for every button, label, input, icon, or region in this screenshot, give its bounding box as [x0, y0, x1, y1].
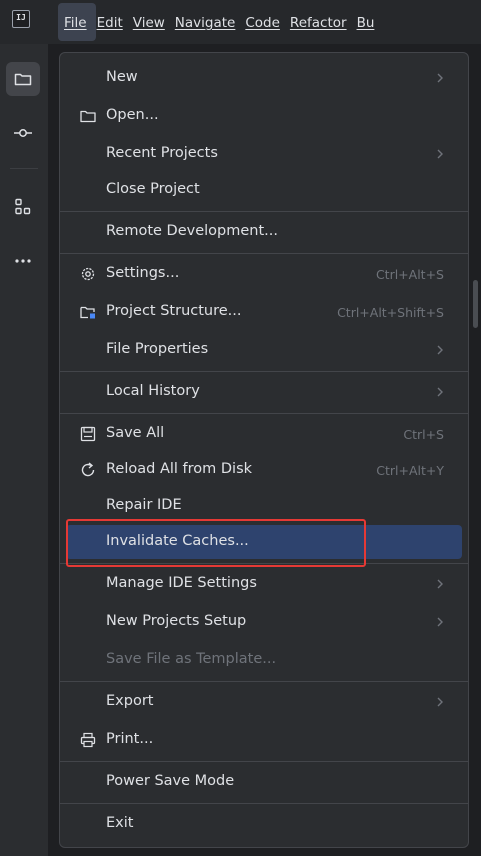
menu-item-repair-ide[interactable]: Repair IDE	[66, 489, 462, 523]
menu-item-project-structure[interactable]: Project Structure... Ctrl+Alt+Shift+S	[66, 295, 462, 329]
menu-item-label: Save All	[106, 425, 165, 441]
menu-item-manage-ide-settings[interactable]: Manage IDE Settings	[66, 567, 462, 601]
chevron-right-icon	[437, 345, 443, 355]
menu-item-label: Recent Projects	[106, 145, 218, 161]
menu-item-shortcut: Ctrl+Alt+S	[375, 267, 444, 282]
menu-separator	[60, 803, 468, 804]
menu-item-shortcut: Ctrl+S	[403, 427, 444, 442]
folder-icon	[80, 110, 96, 123]
chevron-right-icon	[437, 73, 443, 83]
project-structure-icon	[80, 306, 95, 319]
menu-item-power-save-mode[interactable]: Power Save Mode	[66, 765, 462, 799]
menu-item-remote-development[interactable]: Remote Development...	[66, 215, 462, 249]
save-icon	[80, 426, 96, 442]
menu-item-open[interactable]: Open...	[66, 99, 462, 133]
menu-separator	[60, 211, 468, 212]
structure-icon	[15, 198, 31, 215]
menu-item-save-all[interactable]: Save All Ctrl+S	[66, 417, 462, 451]
menu-edit[interactable]: Edit	[97, 15, 123, 31]
tool-separator	[10, 168, 38, 169]
menu-item-label: Settings...	[106, 265, 180, 281]
chevron-right-icon	[437, 697, 443, 707]
menu-item-close-project[interactable]: Close Project	[66, 173, 462, 207]
menu-item-recent-projects[interactable]: Recent Projects	[66, 137, 462, 171]
reload-icon	[81, 462, 95, 477]
menu-item-label: Exit	[106, 815, 134, 831]
menu-item-label: Manage IDE Settings	[106, 575, 257, 591]
menu-item-shortcut: Ctrl+Alt+Y	[376, 463, 444, 478]
editor-scrollbar[interactable]	[473, 280, 478, 328]
menu-item-label: Close Project	[106, 181, 200, 197]
print-icon	[80, 732, 96, 748]
menu-refactor[interactable]: Refactor	[290, 15, 347, 31]
menu-item-settings[interactable]: Settings... Ctrl+Alt+S	[66, 257, 462, 291]
menu-separator	[60, 681, 468, 682]
menu-navigate[interactable]: Navigate	[175, 15, 236, 31]
menu-item-reload-all[interactable]: Reload All from Disk Ctrl+Alt+Y	[66, 453, 462, 487]
menu-item-shortcut: Ctrl+Alt+Shift+S	[337, 305, 444, 320]
chevron-right-icon	[437, 617, 443, 627]
menu-file[interactable]: File	[64, 15, 87, 31]
menu-build[interactable]: Bu	[357, 15, 375, 31]
structure-tool-button[interactable]	[6, 190, 40, 224]
menu-item-exit[interactable]: Exit	[66, 807, 462, 841]
menu-item-label: Print...	[106, 731, 154, 747]
menu-code[interactable]: Code	[245, 15, 280, 31]
commit-tool-button[interactable]	[6, 116, 40, 150]
menu-item-local-history[interactable]: Local History	[66, 375, 462, 409]
menu-item-export[interactable]: Export	[66, 685, 462, 719]
menu-item-file-properties[interactable]: File Properties	[66, 333, 462, 367]
menubar-items: File Edit View Navigate Code Refactor Bu	[64, 12, 384, 31]
menu-item-new-projects-setup[interactable]: New Projects Setup	[66, 605, 462, 639]
menu-item-label: Remote Development...	[106, 223, 278, 239]
folder-icon	[14, 73, 32, 86]
tool-window-strip	[0, 44, 49, 856]
menu-item-label: Reload All from Disk	[106, 461, 253, 477]
more-icon	[15, 259, 31, 263]
menu-item-new[interactable]: New	[66, 61, 462, 95]
menu-view[interactable]: View	[133, 15, 165, 31]
gear-icon	[81, 267, 95, 281]
menu-separator	[60, 413, 468, 414]
menu-separator	[60, 253, 468, 254]
project-tool-button[interactable]	[6, 62, 40, 96]
chevron-right-icon	[437, 579, 443, 589]
menu-item-label: Export	[106, 693, 154, 709]
menu-item-save-file-as-template: Save File as Template...	[66, 643, 462, 677]
menu-item-label: Repair IDE	[106, 497, 182, 513]
menu-item-label: New Projects Setup	[106, 613, 247, 629]
menu-item-label: Project Structure...	[106, 303, 242, 319]
menu-item-label: File Properties	[106, 341, 209, 357]
menu-separator	[60, 761, 468, 762]
menu-separator	[60, 371, 468, 372]
menu-item-label: Power Save Mode	[106, 773, 235, 789]
main-menubar: IJ File Edit View Navigate Code Refactor Bu	[0, 0, 481, 44]
intellij-logo-icon[interactable]: IJ	[12, 10, 30, 28]
chevron-right-icon	[437, 149, 443, 159]
annotation-highlight-box	[66, 519, 366, 567]
menu-item-print[interactable]: Print...	[66, 723, 462, 757]
more-tool-windows-button[interactable]	[6, 244, 40, 278]
menu-item-label: Open...	[106, 107, 159, 123]
menu-item-label: Local History	[106, 383, 200, 399]
chevron-right-icon	[437, 387, 443, 397]
menu-item-label: New	[106, 69, 138, 85]
menu-item-label: Save File as Template...	[106, 651, 277, 667]
file-menu-popup: New Open... Recent Projects Close Projec…	[59, 52, 469, 848]
commit-icon	[14, 129, 32, 137]
